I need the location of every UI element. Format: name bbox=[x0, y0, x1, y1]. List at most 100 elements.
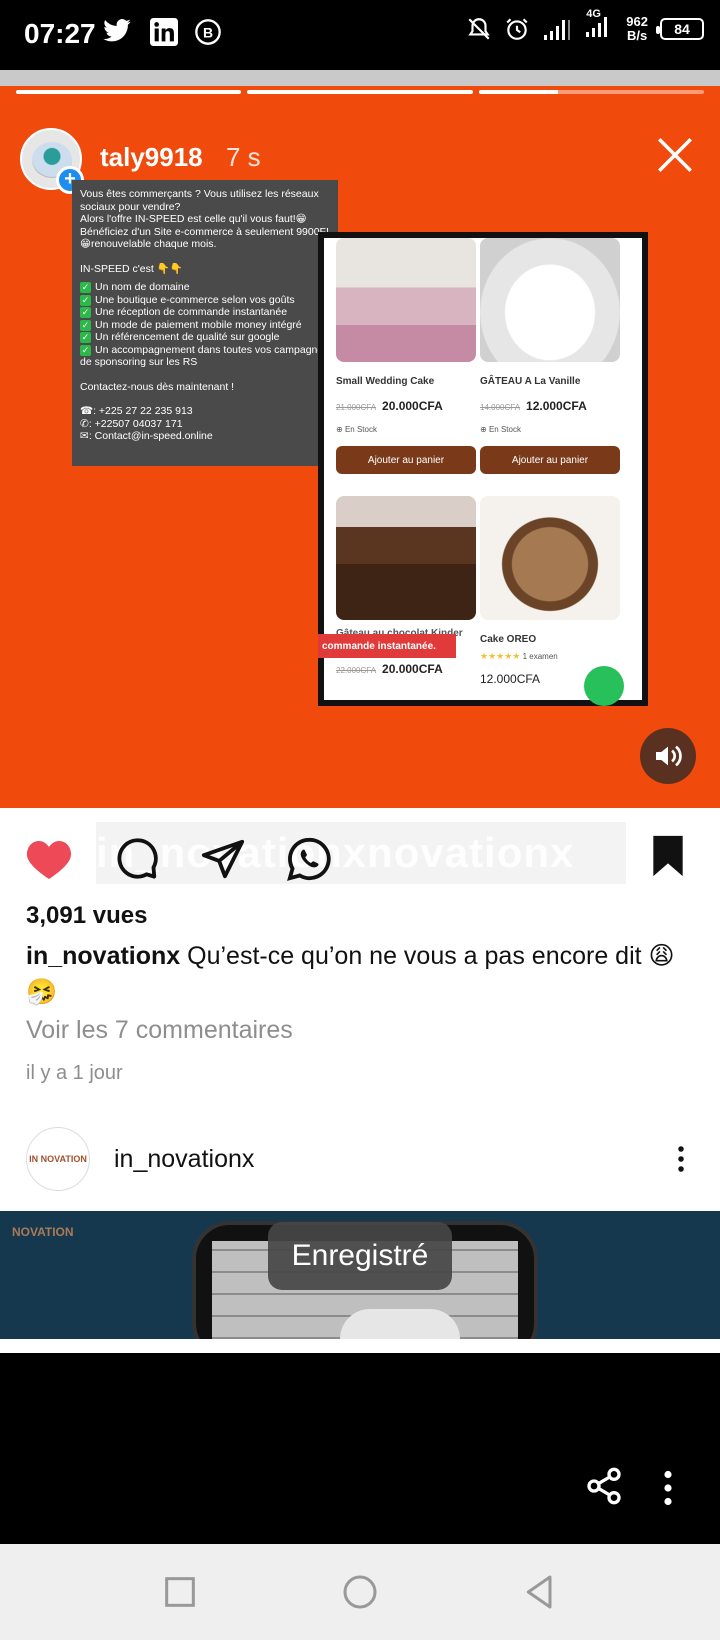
product-card: Small Wedding Cake 21.000CFA 20.000CFA ⊕ … bbox=[336, 238, 476, 474]
ad-feature-text: Une boutique e-commerce selon vos goûts bbox=[95, 293, 295, 306]
product-name: Cake OREO bbox=[480, 634, 537, 645]
mail-icon: ✉ bbox=[80, 430, 89, 442]
next-post-media[interactable] bbox=[0, 1353, 720, 1544]
check-icon: ✓ bbox=[80, 307, 91, 318]
status-right-icons: 4G 962 B/s 84 bbox=[466, 8, 704, 43]
ad-email-text: : Contact@in-speed.online bbox=[88, 430, 213, 442]
back-icon[interactable] bbox=[520, 1572, 560, 1612]
ad-feature: ✓ Un nom de domaine bbox=[80, 281, 330, 294]
progress-fill bbox=[247, 90, 473, 94]
post-details: in_novationxnovationx 3,091 vues in_nova… bbox=[0, 808, 720, 1211]
divider bbox=[0, 1339, 720, 1353]
bookmark-icon[interactable] bbox=[648, 834, 688, 878]
product-price: 14.000CFA 12.000CFA bbox=[480, 399, 620, 413]
status-time: 07:27 bbox=[24, 18, 96, 49]
whatsapp-icon: ✆ bbox=[80, 417, 89, 430]
close-icon[interactable] bbox=[654, 134, 696, 176]
system-nav-bar bbox=[0, 1544, 720, 1640]
ad-feature-text: Un référencement de qualité sur google bbox=[95, 331, 280, 343]
check-icon: ✓ bbox=[80, 282, 91, 293]
product-current-price: 12.000CFA bbox=[526, 399, 587, 413]
battery-icon: 84 bbox=[656, 17, 704, 40]
product-current-price: 20.000CFA bbox=[382, 399, 443, 413]
rating-stars: ★★★★★ bbox=[480, 651, 521, 661]
mute-icon bbox=[468, 17, 490, 40]
ad-feature: ✓ Un accompagnement dans toutes vos campa… bbox=[80, 344, 330, 369]
product-name: GÂTEAU A La Vanille bbox=[480, 376, 581, 387]
phone-icon: ☎ bbox=[80, 405, 94, 417]
ad-phone-text: : +225 27 22 235 913 bbox=[93, 405, 193, 417]
network-speed: 962 B/s bbox=[626, 13, 648, 43]
story-progress bbox=[16, 90, 704, 94]
product-name: Small Wedding Cake bbox=[336, 376, 435, 387]
battery-level: 84 bbox=[674, 20, 690, 37]
ad-feature-text: Un nom de domaine bbox=[95, 281, 190, 293]
alarm-icon bbox=[506, 17, 528, 40]
cake-image bbox=[336, 238, 476, 362]
more-options-icon[interactable] bbox=[666, 1144, 696, 1174]
cake-image bbox=[480, 496, 620, 620]
ad-feature: ✓ Une boutique e-commerce selon vos goûts bbox=[80, 294, 330, 307]
more-options-icon[interactable] bbox=[656, 1470, 680, 1506]
post-caption: in_novationx Qu’est-ce qu’on ne vous a p… bbox=[26, 938, 696, 1010]
ad-feature: ✓ Une réception de commande instantanée bbox=[80, 306, 330, 319]
ad-phone: ✆: +22507 04037 171 bbox=[80, 418, 330, 431]
product-price: 22.000CFA 20.000CFA bbox=[336, 662, 476, 676]
post-actions bbox=[24, 836, 332, 882]
ad-feature-text: Un accompagnement dans toutes vos campag… bbox=[80, 343, 329, 369]
progress-fill bbox=[16, 90, 242, 94]
story-progress-segment bbox=[16, 90, 242, 94]
product-stock-text: En Stock bbox=[488, 425, 521, 434]
share-send-icon[interactable] bbox=[200, 836, 246, 882]
signal-4g-icon: 4G bbox=[584, 8, 614, 43]
view-count: 3,091 vues bbox=[26, 902, 148, 929]
caption-author[interactable]: in_novationx bbox=[26, 942, 180, 970]
ad-feature: ✓ Un mode de paiement mobile money intégr… bbox=[80, 319, 330, 332]
ad-phone: ☎: +225 27 22 235 913 bbox=[80, 405, 330, 418]
add-to-cart-button: Ajouter au panier bbox=[336, 446, 476, 474]
whatsapp-icon bbox=[584, 666, 624, 706]
view-comments-link[interactable]: Voir les 7 commentaires bbox=[26, 1016, 293, 1045]
speed-unit: B/s bbox=[627, 27, 648, 43]
cake-image bbox=[336, 496, 476, 620]
product-stock: ⊕ En Stock bbox=[480, 425, 521, 434]
check-icon: ✓ bbox=[80, 332, 91, 343]
post-date: il y a 1 jour bbox=[26, 1062, 123, 1084]
status-bar: 07:27 B 4G 962 B/s 84 bbox=[0, 0, 720, 70]
product-price: 21.000CFA 20.000CFA bbox=[336, 399, 476, 413]
story-top-band bbox=[0, 70, 720, 86]
comment-icon[interactable] bbox=[114, 836, 160, 882]
avatar[interactable]: IN NOVATION bbox=[26, 1127, 90, 1191]
check-icon: ✓ bbox=[80, 344, 91, 356]
product-card: Cake OREO ★★★★★ 1 examen 12.000CFA bbox=[480, 496, 620, 686]
linkedin-icon bbox=[150, 18, 178, 46]
story-username[interactable]: taly9918 bbox=[100, 142, 203, 173]
ad-email: ✉: Contact@in-speed.online bbox=[80, 430, 330, 443]
ad-feature-text: Une réception de commande instantanée bbox=[95, 306, 288, 318]
signal-icon bbox=[544, 19, 571, 40]
story-progress-segment bbox=[478, 90, 704, 94]
story-time: 7 s bbox=[226, 142, 261, 172]
product-stock-text: En Stock bbox=[344, 425, 377, 434]
ad-feature-text: Un mode de paiement mobile money intégré bbox=[95, 318, 302, 331]
product-rating: ★★★★★ 1 examen bbox=[480, 651, 620, 662]
next-post-username[interactable]: in_novationx bbox=[114, 1145, 254, 1174]
product-old-price: 21.000CFA bbox=[336, 403, 377, 412]
check-icon: ✓ bbox=[80, 319, 91, 331]
ad-intro: Vous êtes commerçants ? Vous utilisez le… bbox=[80, 188, 319, 213]
saved-toast: Enregistré bbox=[268, 1222, 452, 1290]
volume-icon[interactable] bbox=[640, 728, 696, 784]
product-current-price: 20.000CFA bbox=[382, 662, 443, 676]
whatsapp-share-icon[interactable] bbox=[286, 836, 332, 882]
like-heart-icon[interactable] bbox=[24, 837, 74, 881]
promo-banner: commande instantanée. bbox=[318, 634, 456, 658]
ad-feature: ✓ Un référencement de qualité sur google bbox=[80, 331, 330, 344]
ad-intro-2: Alors l'offre IN-SPEED est celle qu'il v… bbox=[80, 213, 329, 250]
recents-icon[interactable] bbox=[160, 1572, 200, 1612]
home-icon[interactable] bbox=[340, 1572, 380, 1612]
speed-value: 962 bbox=[626, 13, 648, 29]
share-icon[interactable] bbox=[584, 1466, 624, 1506]
story-progress-segment bbox=[247, 90, 473, 94]
product-card: GÂTEAU A La Vanille 14.000CFA 12.000CFA ⊕… bbox=[480, 238, 620, 474]
story-viewer[interactable]: + taly9918 7 s Vous êtes commerçants ? V… bbox=[0, 70, 720, 808]
